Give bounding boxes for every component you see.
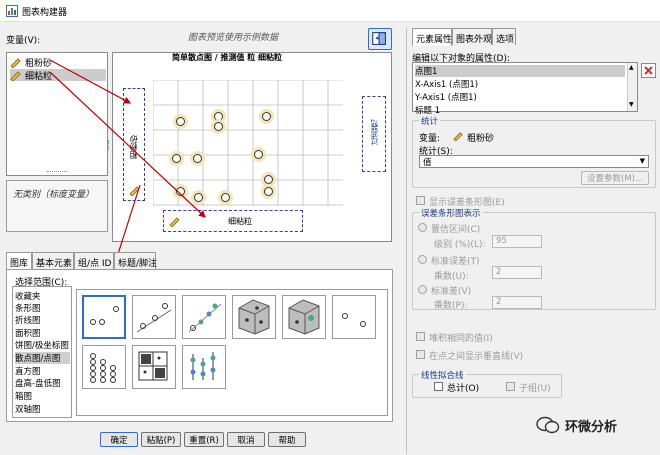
scroll-down-icon[interactable]: ▼ — [629, 102, 636, 108]
ok-button[interactable]: 确定 — [100, 432, 138, 447]
drop-line-icon[interactable] — [182, 345, 226, 389]
tab-basic-elements[interactable]: 基本元素 — [32, 252, 74, 269]
se-label: 标准误差(T) — [431, 257, 480, 267]
statistic-value: 值 — [423, 158, 432, 168]
sd-multiplier-value: 2 — [496, 297, 502, 307]
sd-multiplier-label: 乘数(P): — [434, 301, 468, 311]
grouped-scatter-icon[interactable] — [182, 295, 226, 339]
gallery-tabs: 图库 基本元素 组/点 ID 标题/脚注 — [6, 252, 158, 270]
tab-label: 元素属性 — [416, 35, 453, 45]
3d-scatter-icon[interactable] — [232, 295, 276, 339]
button-label: 确定 — [110, 435, 128, 446]
statistics-group: 统计 变量: 粗粉砂 统计(S): 值 ▼ 设置参数(M)... — [412, 115, 656, 188]
tab-label: 基本元素 — [36, 259, 73, 269]
category-item[interactable]: 双轴图 — [15, 403, 41, 415]
button-label: 取消 — [237, 435, 255, 446]
tab-label: 组/点 ID — [78, 259, 112, 269]
tab-groups-point-id[interactable]: 组/点 ID — [74, 252, 114, 269]
button-label: 帮助 — [278, 435, 296, 446]
watermark-text: 环微分析 — [565, 419, 618, 435]
se-multiplier-value: 2 — [496, 267, 502, 277]
dot-plot-icon[interactable] — [82, 345, 126, 389]
close-icon — [644, 66, 653, 75]
delete-element-button[interactable] — [641, 63, 656, 78]
level-label: 级别 (%)(L): — [434, 240, 486, 250]
error-bars-legend: 误差条形图表示 — [419, 207, 483, 219]
confidence-interval-radio[interactable] — [418, 223, 427, 232]
cancel-button[interactable]: 取消 — [227, 432, 265, 447]
tab-gallery[interactable]: 图库 — [6, 252, 32, 270]
category-item[interactable]: 箱图 — [15, 390, 32, 402]
variable-value: 粗粉砂 — [467, 134, 495, 144]
3d-grouped-scatter-icon[interactable] — [282, 295, 326, 339]
tab-label: 标题/脚注 — [118, 259, 158, 269]
scroll-up-icon[interactable]: ▲ — [629, 65, 636, 71]
properties-list[interactable]: 点图1 X-Axis1 (点图1) Y-Axis1 (点图1) 标题 1 ▲ ▼ — [412, 62, 638, 116]
set-parameters-button[interactable]: 设置参数(M)... — [581, 171, 649, 185]
standard-deviation-radio[interactable] — [418, 285, 427, 294]
total-fit-checkbox[interactable] — [434, 382, 443, 391]
tab-options[interactable]: 选项 — [492, 28, 516, 45]
button-label: 重置(R) — [189, 435, 219, 446]
property-item[interactable]: X-Axis1 (点图1) — [415, 78, 478, 90]
ruler-icon — [453, 132, 463, 141]
standard-error-radio[interactable] — [418, 255, 427, 264]
total-fit-label: 总计(O) — [447, 384, 480, 394]
statistics-legend: 统计 — [419, 115, 441, 127]
tab-label: 图库 — [10, 259, 29, 269]
category-item[interactable]: 饼图/极坐标图 — [15, 339, 69, 351]
tab-titles-footnotes[interactable]: 标题/脚注 — [114, 252, 158, 269]
help-button[interactable]: 帮助 — [268, 432, 306, 447]
fit-line-legend: 线性拟合线 — [419, 369, 466, 381]
drop-line-label: 在点之间显示垂直线(V) — [429, 352, 524, 362]
sd-multiplier-input[interactable]: 2 — [492, 296, 542, 309]
tab-label: 选项 — [496, 35, 515, 45]
watermark: 环微分析 — [536, 412, 654, 438]
chart-category-list[interactable]: 收藏夹 条形图 折线图 面积图 饼图/极坐标图 散点图/点图 直方图 盘高-盘低… — [12, 286, 72, 418]
scatter-matrix-icon[interactable] — [132, 345, 176, 389]
subgroup-fit-label: 子组(U) — [519, 384, 551, 394]
reset-button[interactable]: 重置(R) — [184, 432, 224, 447]
tab-element-properties[interactable]: 元素属性 — [412, 28, 452, 46]
sd-label: 标准差(V) — [431, 287, 472, 297]
se-multiplier-label: 乘数(U): — [434, 272, 469, 282]
chevron-down-icon: ▼ — [639, 157, 645, 165]
category-item[interactable]: 条形图 — [15, 302, 41, 314]
statistic-select[interactable]: 值 ▼ — [419, 155, 649, 168]
category-item-selected[interactable]: 散点图/点图 — [15, 352, 70, 364]
property-item[interactable]: Y-Axis1 (点图1) — [415, 91, 477, 103]
simple-scatter-icon[interactable] — [82, 295, 126, 339]
variable-label: 变量: — [419, 134, 441, 144]
category-item[interactable]: 直方图 — [15, 365, 41, 377]
category-item[interactable]: 面积图 — [15, 327, 41, 339]
button-label: 粘贴(P) — [146, 435, 176, 446]
category-item[interactable]: 折线图 — [15, 314, 41, 326]
show-error-bars-checkbox[interactable] — [416, 196, 425, 205]
paste-button[interactable]: 粘贴(P) — [141, 432, 181, 447]
subgroup-fit-checkbox[interactable] — [506, 382, 515, 391]
ci-label: 置信区间(C) — [431, 225, 481, 235]
category-item[interactable]: 收藏夹 — [15, 290, 41, 302]
level-value: 95 — [496, 236, 507, 246]
tab-label: 图表外观 — [456, 35, 493, 45]
summary-point-icon[interactable] — [332, 295, 376, 339]
chart-thumbnails — [76, 289, 388, 416]
category-item[interactable]: 盘高-盘低图 — [15, 377, 61, 389]
wechat-icon — [536, 416, 560, 434]
stack-values-checkbox[interactable] — [416, 332, 425, 341]
drop-line-checkbox[interactable] — [416, 350, 425, 359]
scatter-fit-line-icon[interactable] — [132, 295, 176, 339]
property-item-selected[interactable]: 点图1 — [415, 65, 625, 77]
tab-chart-appearance[interactable]: 图表外观 — [452, 28, 492, 45]
button-label: 设置参数(M)... — [586, 174, 644, 184]
se-multiplier-input[interactable]: 2 — [492, 266, 542, 279]
properties-scrollbar[interactable]: ▲ ▼ — [627, 63, 637, 111]
level-input[interactable]: 95 — [492, 235, 542, 248]
stack-values-label: 堆积相同的值(I) — [429, 334, 493, 344]
